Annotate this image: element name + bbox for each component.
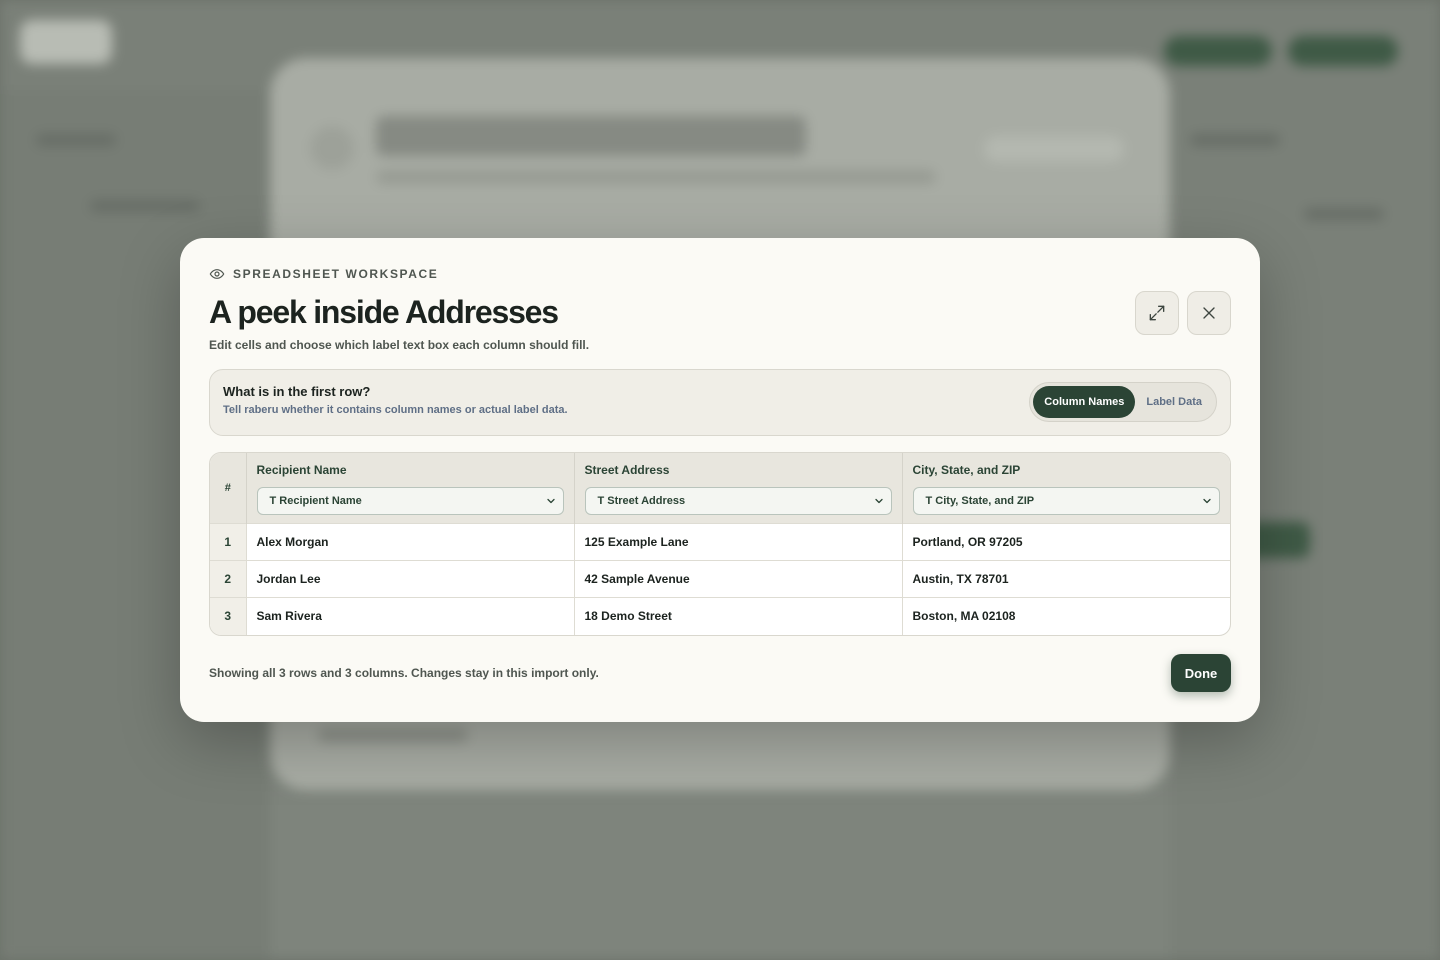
background-pill <box>1288 36 1398 66</box>
column-name: City, State, and ZIP <box>912 463 1021 477</box>
table-cell[interactable]: Alex Morgan <box>246 523 575 561</box>
background-bar <box>90 200 200 212</box>
table-cell[interactable]: 42 Sample Avenue <box>574 560 903 598</box>
chevron-down-icon <box>1203 498 1211 504</box>
chevron-down-icon <box>546 498 555 504</box>
eye-icon <box>209 269 225 279</box>
row-index: 3 <box>210 597 247 635</box>
modal-title: A peek inside Addresses <box>209 294 559 330</box>
column-header: Recipient Name T Recipient Name <box>246 453 575 524</box>
column-mapping-select[interactable]: T City, State, and ZIP <box>912 487 1220 515</box>
done-button[interactable]: Done <box>1171 654 1231 692</box>
table-cell[interactable]: Portland, OR 97205 <box>902 523 1230 561</box>
first-row-setting: What is in the first row? Tell raberu wh… <box>209 369 1231 436</box>
modal-subtitle: Edit cells and choose which label text b… <box>209 338 590 352</box>
table-row: 1 Alex Morgan 125 Example Lane Portland,… <box>210 523 1230 561</box>
column-mapping-value: T City, State, and ZIP <box>925 495 1035 507</box>
column-mapping-value: T Street Address <box>597 495 686 507</box>
table-cell[interactable]: 18 Demo Street <box>574 597 903 635</box>
eyebrow: SPREADSHEET WORKSPACE <box>209 266 1231 282</box>
option-column-names[interactable]: Column Names <box>1033 386 1136 418</box>
eyebrow-label: SPREADSHEET WORKSPACE <box>233 267 439 281</box>
background-title <box>376 116 806 156</box>
first-row-toggle: Column Names Label Data <box>1029 382 1217 422</box>
index-header: # <box>210 453 247 524</box>
background-pill <box>1164 36 1272 66</box>
table-cell[interactable]: Austin, TX 78701 <box>902 560 1230 598</box>
table-cell[interactable]: Jordan Lee <box>246 560 575 598</box>
row-index: 1 <box>210 523 247 561</box>
table-cell[interactable]: 125 Example Lane <box>574 523 903 561</box>
background-chip <box>984 136 1124 162</box>
table-cell[interactable]: Boston, MA 02108 <box>902 597 1230 635</box>
data-table: # Recipient Name T Recipient Name Street… <box>209 452 1231 636</box>
chevron-down-icon <box>874 498 883 504</box>
table-cell[interactable]: Sam Rivera <box>246 597 575 635</box>
background-circle <box>310 126 354 170</box>
background-bar <box>1304 208 1384 220</box>
background-bar <box>1190 134 1280 146</box>
column-mapping-select[interactable]: T Recipient Name <box>256 487 564 515</box>
background-footer <box>318 728 468 742</box>
column-mapping-select[interactable]: T Street Address <box>584 487 892 515</box>
expand-icon <box>1149 305 1165 321</box>
expand-button[interactable] <box>1135 291 1179 335</box>
table-row: 3 Sam Rivera 18 Demo Street Boston, MA 0… <box>210 597 1230 635</box>
close-button[interactable] <box>1187 291 1231 335</box>
header-actions <box>1135 291 1231 335</box>
column-header: City, State, and ZIP T City, State, and … <box>902 453 1230 524</box>
column-mapping-value: T Recipient Name <box>269 495 362 507</box>
table-summary: Showing all 3 rows and 3 columns. Change… <box>209 666 599 680</box>
close-icon <box>1203 307 1215 319</box>
table-header-row: # Recipient Name T Recipient Name Street… <box>210 453 1230 524</box>
row-index: 2 <box>210 560 247 598</box>
background-bar <box>36 134 116 146</box>
table-row: 2 Jordan Lee 42 Sample Avenue Austin, TX… <box>210 560 1230 598</box>
background-subtitle <box>376 170 936 184</box>
spreadsheet-preview-modal: SPREADSHEET WORKSPACE A peek inside Addr… <box>180 238 1260 722</box>
option-label-data[interactable]: Label Data <box>1135 386 1213 418</box>
column-name: Recipient Name <box>256 463 347 477</box>
background-back-button <box>20 20 112 64</box>
column-header: Street Address T Street Address <box>574 453 903 524</box>
column-name: Street Address <box>584 463 670 477</box>
